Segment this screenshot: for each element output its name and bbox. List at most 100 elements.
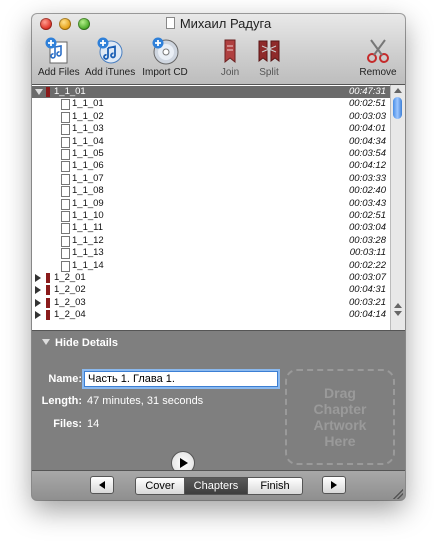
row-name: 1_1_07 [72, 172, 104, 184]
scroll-down-arrow[interactable] [394, 311, 402, 316]
app-window: Михаил Радуга Add Files Add iTunes Impor… [32, 14, 405, 500]
chapter-file-row[interactable]: 1_1_05 00:03:54 [32, 148, 390, 160]
add-itunes-button[interactable]: Add iTunes [85, 36, 135, 78]
chapter-file-row[interactable]: 1_1_08 00:02:40 [32, 185, 390, 198]
row-duration: 00:04:01 [349, 123, 386, 135]
row-duration: 00:04:31 [349, 284, 386, 296]
bookmark-icon [46, 273, 50, 283]
audio-file-icon [61, 260, 70, 272]
row-name: 1_2_02 [54, 284, 86, 296]
import-cd-button[interactable]: Import CD [141, 36, 189, 78]
join-button[interactable]: Join [215, 36, 245, 78]
audio-file-icon [61, 173, 70, 185]
length-value: 47 minutes, 31 seconds [87, 395, 204, 407]
cd-icon [152, 37, 179, 65]
chapter-file-row[interactable]: 1_1_10 00:02:51 [32, 210, 390, 222]
scroll-thumb[interactable] [393, 97, 402, 119]
details-panel: Hide Details Name: Length: 47 minutes, 3… [32, 330, 405, 475]
split-button[interactable]: Split [252, 36, 286, 78]
chapter-file-row[interactable]: 1_1_09 00:03:43 [32, 198, 390, 210]
row-duration: 00:02:51 [349, 98, 386, 110]
row-name: 1_1_03 [72, 123, 104, 135]
chapter-artwork-dropzone[interactable]: Drag Chapter Artwork Here [285, 369, 395, 465]
row-duration: 00:47:31 [349, 86, 386, 97]
split-icon [258, 40, 280, 62]
chapter-file-row[interactable]: 1_1_11 00:03:04 [32, 222, 390, 235]
name-field[interactable] [84, 371, 278, 387]
audio-file-icon [61, 198, 70, 210]
audio-file-icon [61, 223, 70, 235]
document-icon [165, 17, 175, 29]
row-duration: 00:03:54 [349, 148, 386, 159]
audio-file-icon [61, 186, 70, 198]
expand-triangle-icon[interactable] [35, 311, 41, 320]
audio-file-icon [61, 211, 70, 222]
bookmark-icon [46, 285, 50, 296]
disclosure-triangle-icon [42, 339, 50, 345]
hide-details-toggle[interactable]: Hide Details [42, 337, 118, 349]
row-name: 1_2_03 [54, 296, 86, 308]
book-row[interactable]: 1_2_01 00:03:07 [32, 272, 390, 284]
bottom-bar: Cover Chapters Finish [32, 470, 405, 500]
row-name: 1_2_01 [54, 272, 86, 283]
bookmark-icon [46, 297, 50, 308]
chapter-file-row[interactable]: 1_1_13 00:03:11 [32, 247, 390, 260]
remove-button[interactable]: Remove [358, 36, 398, 78]
audio-file-icon [61, 235, 70, 247]
resize-grip[interactable] [393, 489, 403, 499]
audio-file-icon [61, 99, 70, 111]
audio-file-icon [61, 136, 70, 148]
join-icon [224, 39, 236, 64]
files-value: 14 [87, 418, 100, 430]
row-name: 1_1_14 [72, 259, 104, 271]
next-button[interactable] [322, 476, 346, 494]
book-row[interactable]: 1_1_01 00:47:31 [32, 86, 390, 99]
scroll-up-arrow[interactable] [394, 88, 402, 93]
audio-file-icon [61, 124, 70, 136]
collapse-triangle-icon[interactable] [35, 89, 43, 95]
row-duration: 00:04:12 [349, 160, 386, 172]
chapter-file-row[interactable]: 1_1_02 00:03:03 [32, 111, 390, 123]
book-row[interactable]: 1_2_02 00:04:31 [32, 284, 390, 296]
chapter-file-row[interactable]: 1_1_01 00:02:51 [32, 98, 390, 111]
chapter-file-row[interactable]: 1_1_03 00:04:01 [32, 123, 390, 136]
tab-chapters[interactable]: Chapters [185, 478, 248, 494]
itunes-icon [97, 37, 123, 64]
book-row[interactable]: 1_2_03 00:03:21 [32, 297, 390, 309]
expand-triangle-icon[interactable] [35, 286, 41, 295]
name-label: Name: [48, 373, 82, 385]
row-duration: 00:03:28 [349, 234, 386, 246]
row-duration: 00:03:03 [349, 110, 386, 122]
length-label: Length: [41, 395, 82, 407]
left-arrow-icon [99, 481, 105, 489]
audio-file-icon [61, 248, 70, 260]
tab-finish[interactable]: Finish [248, 478, 302, 494]
list-scrollbar[interactable] [390, 85, 405, 330]
chapter-file-row[interactable]: 1_1_14 00:02:22 [32, 260, 390, 272]
chapter-file-row[interactable]: 1_1_12 00:03:28 [32, 235, 390, 247]
row-name: 1_1_06 [72, 160, 104, 172]
row-duration: 00:03:04 [349, 222, 386, 234]
row-name: 1_1_08 [72, 185, 104, 197]
book-row[interactable]: 1_2_04 00:04:14 [32, 309, 390, 321]
row-name: 1_2_04 [54, 309, 86, 321]
previous-button[interactable] [90, 476, 114, 494]
scroll-up-arrow-bottom[interactable] [394, 303, 402, 308]
audio-file-icon [61, 161, 70, 173]
audio-file-icon [61, 149, 70, 160]
expand-triangle-icon[interactable] [35, 298, 41, 307]
tab-cover[interactable]: Cover [136, 478, 185, 494]
row-name: 1_1_02 [72, 110, 104, 122]
bookmark-icon [46, 310, 50, 321]
add-files-button[interactable]: Add Files [38, 36, 80, 78]
row-duration: 00:03:11 [349, 247, 386, 259]
chapter-file-row[interactable]: 1_1_06 00:04:12 [32, 160, 390, 173]
chapter-file-row[interactable]: 1_1_04 00:04:34 [32, 136, 390, 148]
chapter-list[interactable]: 1_1_01 00:47:31 1_1_01 00:02:51 1_1_02 00:03:… [32, 85, 390, 330]
row-name: 1_1_01 [72, 98, 104, 110]
add-files-icon [45, 37, 68, 64]
expand-triangle-icon[interactable] [35, 274, 41, 282]
bookmark-icon [46, 87, 50, 97]
chapter-file-row[interactable]: 1_1_07 00:03:33 [32, 173, 390, 185]
audio-file-icon [61, 111, 70, 123]
